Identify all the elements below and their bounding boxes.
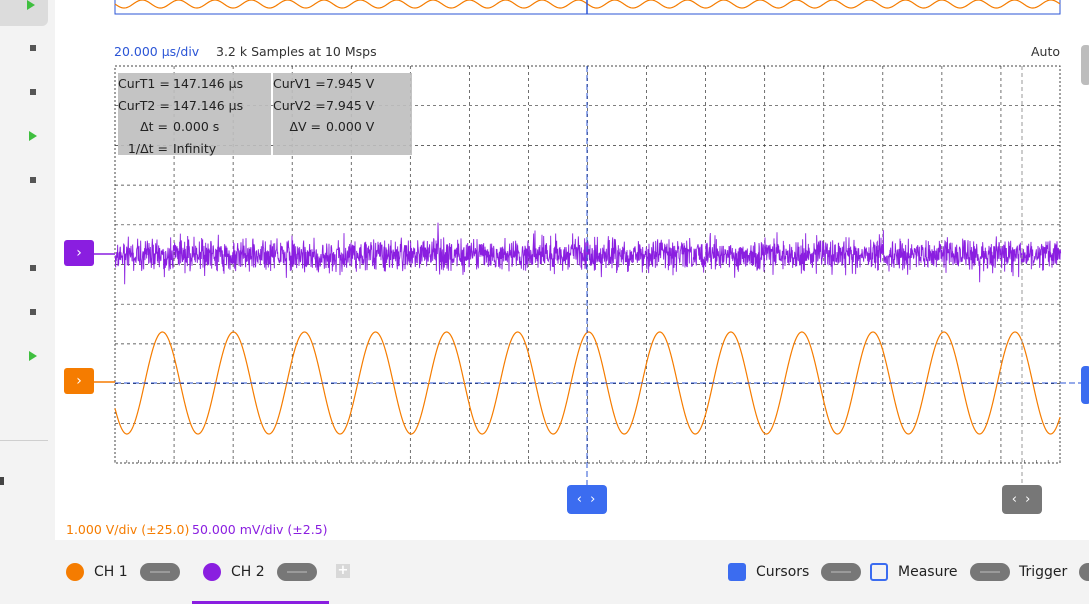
- oscilloscope-app: 20.000 µs/div 3.2 k Samples at 10 Msps A…: [0, 0, 1089, 604]
- readout-label: ΔV =: [289, 119, 321, 134]
- measure-label: Measure: [898, 564, 958, 580]
- overview-strip[interactable]: [114, 0, 1061, 15]
- toggle-grip-icon: [979, 571, 1000, 573]
- cursors-tool[interactable]: Cursors: [728, 540, 862, 604]
- plot-traces: [94, 222, 1062, 435]
- time-cursor-handle[interactable]: ‹ ›: [567, 485, 607, 514]
- tab-ch2-label: CH 2: [231, 564, 265, 580]
- readout-value: Infinity: [173, 140, 217, 156]
- secondary-cursor-handle[interactable]: ‹ ›: [1002, 485, 1042, 514]
- trigger-tool[interactable]: Trigger: [1019, 540, 1089, 604]
- cursors-menu-toggle[interactable]: [821, 563, 862, 581]
- trigger-level-handle[interactable]: [1081, 366, 1089, 404]
- readout-value: 0.000 s: [173, 119, 220, 134]
- readout-label: 1/Δt =: [127, 140, 168, 156]
- readout-row: 1/Δt = Infinity: [118, 138, 271, 160]
- readout-value: 7.945 V: [326, 97, 375, 113]
- readout-label: CurT1 =: [118, 76, 170, 91]
- ch1-toggle[interactable]: [139, 563, 180, 581]
- readout-row: CurT2 = 147.146 µs: [118, 95, 271, 117]
- readout-label: CurV2 =: [273, 97, 326, 113]
- ch2-scale-label[interactable]: 50.000 mV/div (±2.5): [192, 522, 328, 537]
- toggle-grip-icon: [286, 571, 307, 573]
- timebase-label[interactable]: 20.000 µs/div: [114, 44, 199, 59]
- trigger-label: Trigger: [1019, 564, 1068, 580]
- toggle-grip-icon: [831, 571, 852, 573]
- vertical-scroll-handle[interactable]: [1081, 45, 1089, 85]
- add-channel-button[interactable]: +: [336, 564, 350, 578]
- measure-tool[interactable]: Measure: [870, 540, 1010, 604]
- samples-label: 3.2 k Samples at 10 Msps: [216, 44, 377, 59]
- toggle-grip-icon: [149, 571, 170, 573]
- tab-ch1-label: CH 1: [94, 564, 128, 580]
- readout-row: ΔV = 0.000 V: [273, 116, 412, 138]
- cursors-checkbox-icon[interactable]: [728, 563, 746, 581]
- readout-row: CurT1 = 147.146 µs: [118, 73, 271, 95]
- tab-ch2[interactable]: CH 2: [203, 540, 317, 604]
- ch1-offset-marker[interactable]: ›: [64, 368, 94, 394]
- readout-value: 147.146 µs: [173, 76, 244, 91]
- readout-row: CurV1 = 7.945 V: [273, 73, 412, 95]
- ch2-trace: [114, 222, 1062, 285]
- trigger-mode-label[interactable]: Auto: [1031, 44, 1060, 59]
- trigger-menu-toggle[interactable]: [1079, 563, 1089, 581]
- ch1-color-dot: [66, 563, 84, 581]
- readout-label: Δt =: [140, 119, 168, 134]
- measure-checkbox-icon[interactable]: [870, 563, 888, 581]
- measure-menu-toggle[interactable]: [969, 563, 1010, 581]
- ch2-color-dot: [203, 563, 221, 581]
- cursors-label: Cursors: [756, 564, 810, 580]
- cursor-time-readout: CurT1 = 147.146 µs CurT2 = 147.146 µs Δt =…: [118, 73, 271, 156]
- ch1-scale-label[interactable]: 1.000 V/div (±25.0): [66, 522, 189, 537]
- readout-value: 0.000 V: [326, 119, 375, 134]
- bottom-channel-bar: CH 1 CH 2 + Cursors Measure Trigger: [55, 540, 1089, 604]
- cursor-voltage-readout: CurV1 = 7.945 V CurV2 = 7.945 V ΔV = 0.000 …: [273, 73, 412, 155]
- readout-row: Δt = 0.000 s: [118, 116, 271, 138]
- readout-value: 147.146 µs: [173, 97, 244, 113]
- readout-value: 7.945 V: [326, 76, 375, 91]
- readout-label: CurV1 =: [273, 76, 326, 91]
- tab-ch1[interactable]: CH 1: [66, 540, 180, 604]
- ch2-offset-marker[interactable]: ›: [64, 240, 94, 266]
- readout-label: CurT2 =: [118, 97, 170, 113]
- readout-row: CurV2 = 7.945 V: [273, 95, 412, 117]
- ch2-toggle[interactable]: [276, 563, 317, 581]
